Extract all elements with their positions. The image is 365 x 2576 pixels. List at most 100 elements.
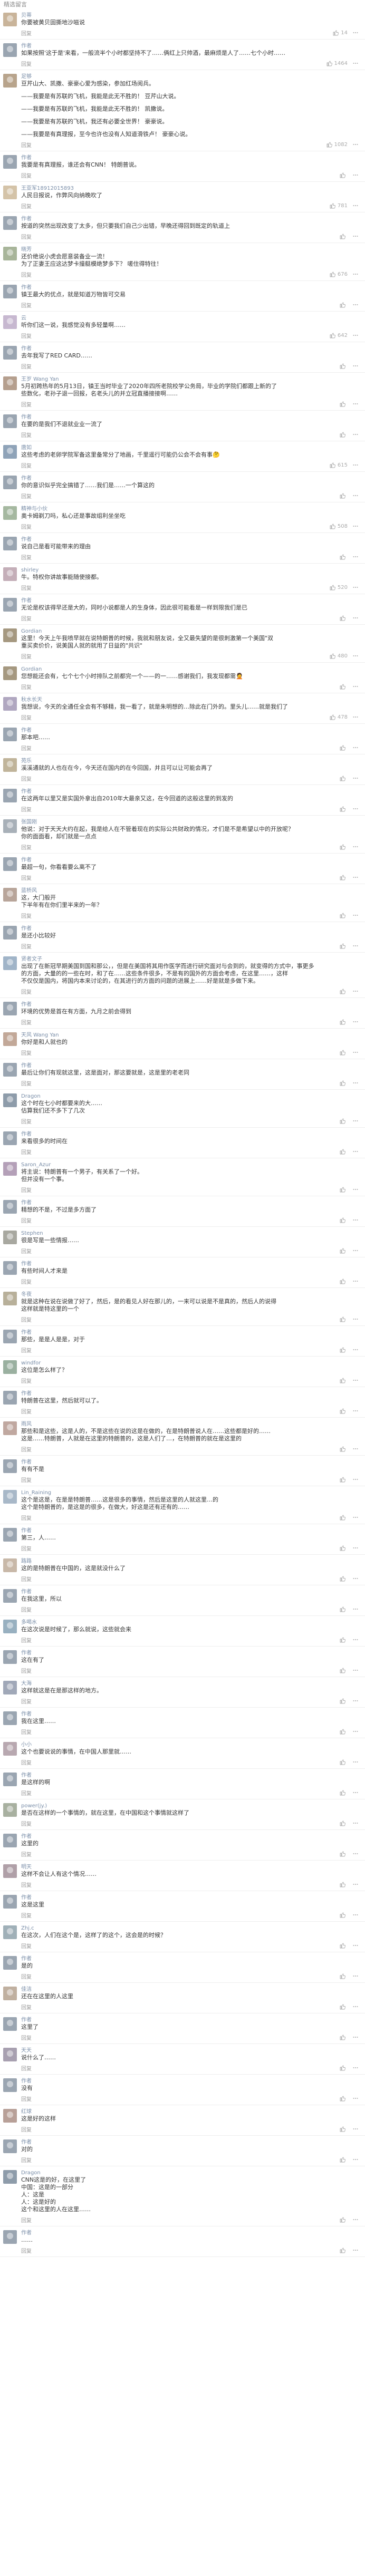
avatar[interactable] <box>3 2139 17 2153</box>
more-icon[interactable] <box>352 1217 359 1223</box>
reply-button[interactable]: 回复 <box>21 202 32 210</box>
like-button[interactable] <box>340 1575 348 1582</box>
reply-button[interactable]: 回复 <box>21 1247 32 1255</box>
reply-button[interactable]: 回复 <box>21 29 32 37</box>
reply-button[interactable]: 回复 <box>21 2216 32 2224</box>
more-icon[interactable] <box>352 2216 359 2223</box>
more-icon[interactable] <box>352 683 359 690</box>
reply-button[interactable]: 回复 <box>21 171 32 179</box>
more-icon[interactable] <box>352 584 359 590</box>
more-icon[interactable] <box>352 202 359 209</box>
comment-author[interactable]: 作者 <box>21 475 359 482</box>
like-button[interactable]: 520 <box>330 584 348 590</box>
comment-author[interactable]: 足够 <box>21 73 359 80</box>
like-button[interactable] <box>340 1667 348 1673</box>
more-icon[interactable] <box>352 2003 359 2010</box>
like-button[interactable] <box>340 1408 348 1414</box>
like-button[interactable] <box>340 172 348 178</box>
avatar[interactable] <box>3 537 17 550</box>
avatar[interactable] <box>3 1620 17 1633</box>
more-icon[interactable] <box>352 1973 359 1979</box>
avatar[interactable] <box>3 216 17 230</box>
more-icon[interactable] <box>352 1476 359 1483</box>
comment-author[interactable]: 作者 <box>21 788 359 795</box>
reply-button[interactable]: 回复 <box>21 60 32 67</box>
like-button[interactable] <box>340 1347 348 1353</box>
comment-author[interactable]: Lin_Raining <box>21 1489 359 1496</box>
comment-author[interactable]: 作者 <box>21 284 359 291</box>
avatar[interactable] <box>3 247 17 260</box>
more-icon[interactable] <box>352 2065 359 2071</box>
comment-author[interactable]: 作者 <box>21 597 359 604</box>
reply-button[interactable]: 回复 <box>21 1667 32 1674</box>
more-icon[interactable] <box>352 2095 359 2102</box>
comment-author[interactable]: 大海 <box>21 1680 359 1687</box>
more-icon[interactable] <box>352 2156 359 2163</box>
reply-button[interactable]: 回复 <box>21 1911 32 1919</box>
avatar[interactable] <box>3 1987 17 2000</box>
more-icon[interactable] <box>352 653 359 659</box>
more-icon[interactable] <box>352 1881 359 1887</box>
reply-button[interactable]: 回复 <box>21 301 32 309</box>
avatar[interactable] <box>3 1834 17 1847</box>
avatar[interactable] <box>3 1773 17 1786</box>
like-button[interactable] <box>340 912 348 918</box>
avatar[interactable] <box>3 1490 17 1504</box>
comment-author[interactable]: 唐如 <box>21 444 359 451</box>
avatar[interactable] <box>3 2017 17 2031</box>
more-icon[interactable] <box>352 1545 359 1551</box>
comment-author[interactable]: 红球 <box>21 2108 359 2115</box>
more-icon[interactable] <box>352 1789 359 1796</box>
like-button[interactable] <box>340 492 348 499</box>
reply-button[interactable]: 回复 <box>21 1575 32 1583</box>
comment-author[interactable]: Saron_Azur <box>21 1161 359 1168</box>
more-icon[interactable] <box>352 943 359 949</box>
reply-button[interactable]: 回复 <box>21 553 32 561</box>
more-icon[interactable] <box>352 1514 359 1521</box>
more-icon[interactable] <box>352 462 359 468</box>
comment-author[interactable]: 作者 <box>21 727 359 734</box>
avatar[interactable] <box>3 1681 17 1694</box>
more-icon[interactable] <box>352 1446 359 1452</box>
avatar[interactable] <box>3 2230 17 2244</box>
reply-button[interactable]: 回复 <box>21 1881 32 1889</box>
more-icon[interactable] <box>352 1820 359 1826</box>
like-button[interactable] <box>340 1912 348 1918</box>
avatar[interactable] <box>3 789 17 802</box>
reply-button[interactable]: 回复 <box>21 652 32 660</box>
avatar[interactable] <box>3 926 17 940</box>
comment-author[interactable]: 作者 <box>21 1833 359 1840</box>
avatar[interactable] <box>3 1200 17 1214</box>
comment-author[interactable]: 王亚军18912015893 <box>21 185 359 192</box>
more-icon[interactable] <box>352 714 359 720</box>
avatar[interactable] <box>3 1002 17 1015</box>
avatar[interactable] <box>3 1711 17 1725</box>
avatar[interactable] <box>3 1589 17 1603</box>
comment-author[interactable]: 佳洁 <box>21 1986 359 1993</box>
reply-button[interactable]: 回复 <box>21 1079 32 1087</box>
like-button[interactable] <box>340 943 348 949</box>
like-button[interactable] <box>340 844 348 850</box>
like-button[interactable]: 14 <box>333 30 348 36</box>
more-icon[interactable] <box>352 1575 359 1582</box>
reply-button[interactable]: 回复 <box>21 1850 32 1858</box>
comment-author[interactable]: 作者 <box>21 43 359 50</box>
like-button[interactable] <box>340 1247 348 1254</box>
like-button[interactable] <box>340 615 348 621</box>
comment-author[interactable]: 作者 <box>21 925 359 932</box>
more-icon[interactable] <box>352 332 359 338</box>
more-icon[interactable] <box>352 363 359 369</box>
reply-button[interactable]: 回复 <box>21 614 32 622</box>
avatar[interactable] <box>3 1360 17 1374</box>
avatar[interactable] <box>3 1261 17 1275</box>
comment-author[interactable]: 作者 <box>21 1459 359 1466</box>
comment-author[interactable]: Gordian <box>21 666 359 673</box>
reply-button[interactable]: 回复 <box>21 805 32 813</box>
avatar[interactable] <box>3 1231 17 1244</box>
like-button[interactable] <box>340 2156 348 2163</box>
avatar[interactable] <box>3 1742 17 1756</box>
reply-button[interactable]: 回复 <box>21 233 32 240</box>
reply-button[interactable]: 回复 <box>21 2156 32 2164</box>
avatar[interactable] <box>3 567 17 581</box>
comment-author[interactable]: 云 <box>21 315 359 322</box>
